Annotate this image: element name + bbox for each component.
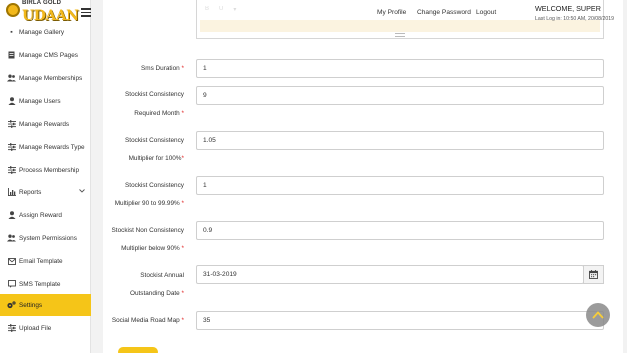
underline-icon[interactable]: U [219, 6, 223, 12]
required-mark: * [181, 200, 185, 207]
scroll-to-top-button[interactable] [586, 303, 610, 327]
sidebar-item-label: Manage Memberships [19, 74, 83, 82]
format-icon[interactable]: ▾ [233, 6, 236, 13]
last-login-text: Last Log in: 10:50 AM, 20/08/2019 [535, 16, 615, 22]
bar-chart-icon [7, 188, 16, 197]
non-consistency-multiplier-input[interactable]: 0.9 [196, 221, 604, 240]
sliders-icon [7, 166, 16, 175]
logout-link[interactable]: Logout [476, 9, 496, 16]
editor-resize-handle[interactable] [395, 33, 405, 37]
annual-outstanding-label-line1: Stockist Annual [140, 272, 184, 279]
sidebar-item-label: SMS Template [19, 280, 61, 288]
sidebar-item-label: Reports [19, 188, 42, 196]
sidebar-item-manage-cms-pages[interactable]: Manage CMS Pages [0, 44, 91, 66]
sidebar-item-label: Manage CMS Pages [19, 51, 78, 59]
multiplier-100-input[interactable]: 1.05 [196, 131, 604, 150]
sidebar-item-label: Manage Users [19, 97, 61, 105]
sidebar-item-process-membership[interactable]: Process Membership [0, 159, 91, 181]
stockist-consistency-month-input[interactable]: 9 [196, 86, 604, 105]
required-mark: * [181, 155, 185, 162]
sidebar-item-manage-memberships[interactable]: Manage Memberships [0, 67, 91, 89]
gears-icon [7, 301, 16, 310]
user-icon [7, 211, 16, 220]
file-icon [7, 51, 16, 60]
sidebar-item-email-template[interactable]: Email Template [0, 250, 91, 272]
envelope-icon [7, 257, 16, 266]
sliders-icon [7, 324, 16, 333]
sms-duration-input[interactable]: 1 [196, 59, 604, 78]
required-mark: * [181, 317, 185, 324]
sidebar-item-label: Process Membership [19, 166, 80, 174]
required-mark: * [181, 245, 185, 252]
multiplier-100-label-line1: Stockist Consistency [125, 137, 184, 144]
non-consistency-label-line2: Multiplier below 90% * [121, 245, 185, 252]
chevron-down-icon [79, 189, 85, 195]
submit-button[interactable] [118, 347, 158, 353]
chevron-up-icon [592, 306, 604, 324]
users-icon [7, 74, 16, 83]
sidebar-item-manage-users[interactable]: Manage Users [0, 90, 91, 112]
sidebar-item-system-permissions[interactable]: System Permissions [0, 227, 91, 249]
sidebar-item-label: Manage Rewards [19, 120, 70, 128]
required-mark: * [181, 65, 185, 72]
sms-duration-label: Sms Duration * [141, 65, 185, 72]
sidebar-item-assign-reward[interactable]: Assign Reward [0, 204, 91, 226]
multiplier-90-label-line1: Stockist Consistency [125, 182, 184, 189]
my-profile-link[interactable]: My Profile [377, 9, 406, 16]
sidebar-item-sms-template[interactable]: SMS Template [0, 273, 91, 295]
sidebar-item-label: Assign Reward [19, 211, 62, 219]
change-password-link[interactable]: Change Password [417, 9, 471, 16]
sidebar-item-label: System Permissions [19, 234, 77, 242]
required-mark: * [181, 110, 185, 117]
sliders-icon [7, 120, 16, 129]
non-consistency-label-line1: Stockist Non Consistency [111, 227, 184, 234]
user-icon [7, 97, 16, 106]
sidebar-item-upload-file[interactable]: Upload File [0, 317, 91, 339]
sidebar-item-settings[interactable]: Settings [0, 294, 91, 316]
multiplier-90-input[interactable]: 1 [196, 176, 604, 195]
gallery-icon: ▪ [10, 28, 13, 36]
stockist-consistency-label-line2: Required Month * [134, 110, 185, 117]
sidebar-item-manage-gallery[interactable]: ▪ Manage Gallery [0, 21, 91, 43]
logo-emblem-icon [6, 3, 20, 17]
sidebar-item-manage-rewards[interactable]: Manage Rewards [0, 113, 91, 135]
annual-outstanding-date-input[interactable]: 31-03-2019 [196, 265, 584, 284]
sidebar: BIRLA GOLD UDAAN ▪ Manage Gallery Manage… [0, 0, 91, 353]
annual-outstanding-label-line2: Outstanding Date * [129, 290, 185, 297]
users-icon [7, 234, 16, 243]
brand-line1: BIRLA GOLD [22, 0, 62, 6]
sidebar-item-label: Manage Gallery [19, 28, 65, 36]
welcome-text: WELCOME, SUPER [535, 4, 601, 13]
sidebar-item-manage-rewards-type[interactable]: Manage Rewards Type [0, 136, 91, 158]
sidebar-item-reports[interactable]: Reports [0, 181, 91, 203]
sidebar-item-label: Upload File [19, 324, 52, 332]
sidebar-item-label: Settings [19, 301, 43, 309]
required-mark: * [181, 290, 185, 297]
calendar-icon [589, 266, 598, 284]
sliders-icon [7, 143, 16, 152]
social-media-road-map-input[interactable]: 35 [196, 311, 604, 330]
stockist-consistency-label-line1: Stockist Consistency [125, 91, 184, 98]
sidebar-item-label: Email Template [19, 257, 63, 265]
hamburger-menu-icon[interactable] [81, 8, 91, 17]
social-media-label: Social Media Road Map * [111, 317, 185, 324]
multiplier-100-label-line2: Multiplier for 100%* [128, 155, 185, 162]
multiplier-90-label-line2: Multiplier 90 to 99.99% * [114, 200, 185, 207]
calendar-button[interactable] [583, 265, 604, 284]
bold-icon[interactable]: B [205, 6, 209, 12]
sidebar-item-label: Manage Rewards Type [19, 143, 85, 151]
message-icon [7, 280, 16, 289]
